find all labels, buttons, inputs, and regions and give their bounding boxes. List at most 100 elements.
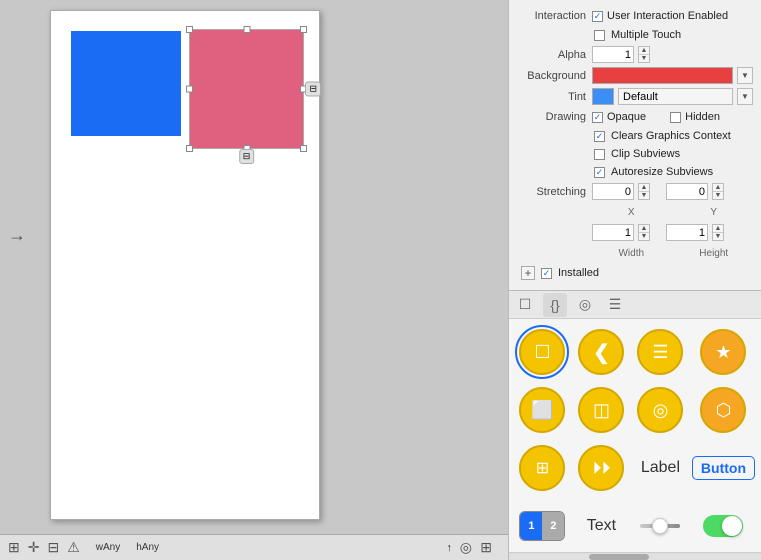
xy-labels: X Y [592, 207, 753, 218]
map-icon: ◎ [637, 387, 683, 433]
background-row: Background ▼ [509, 65, 761, 86]
stretch-x-up[interactable]: ▲ [639, 184, 649, 192]
alpha-input[interactable]: 1 [592, 46, 634, 63]
tab-view-icon[interactable]: ☐ [513, 293, 537, 317]
widget-slider[interactable] [633, 499, 688, 552]
widget-imageview[interactable]: ⬜ [515, 383, 570, 437]
stretch-y-input[interactable]: 0 [666, 183, 708, 200]
background-dropdown[interactable]: ▼ [737, 67, 753, 84]
width-down[interactable]: ▼ [639, 233, 649, 240]
widget-grid-view[interactable]: ⊞ [515, 441, 570, 495]
stretch-x-down[interactable]: ▼ [639, 192, 649, 199]
widget-toggle[interactable] [692, 499, 755, 552]
arrow-indicator: → [8, 225, 26, 246]
stretch-y-down[interactable]: ▼ [713, 192, 723, 199]
tint-color-swatch[interactable] [592, 88, 614, 105]
alpha-stepper-down[interactable]: ▼ [639, 55, 649, 62]
drawing-value: Opaque Hidden [592, 111, 753, 123]
opaque-checkbox[interactable] [592, 112, 603, 123]
table-icon: ☰ [637, 329, 683, 375]
layout2-icon[interactable]: ◎ [460, 539, 472, 556]
widget-map[interactable]: ◎ [633, 383, 688, 437]
scroll-thumb [589, 554, 649, 560]
blue-rectangle[interactable] [71, 31, 181, 136]
alpha-number: 1 [625, 49, 631, 61]
tint-select[interactable]: Default [618, 88, 733, 105]
widget-table[interactable]: ☰ [633, 325, 688, 379]
widget-chevron[interactable]: ❮ [574, 325, 629, 379]
autoresize-row: Autoresize Subviews [509, 163, 761, 181]
pink-rectangle[interactable]: ⊟ ⊟ [189, 29, 304, 149]
background-color-swatch[interactable] [592, 67, 733, 84]
alpha-label: Alpha [517, 49, 592, 61]
interaction-row: Interaction User Interaction Enabled [509, 6, 761, 26]
height-stepper[interactable]: ▲ ▼ [712, 224, 724, 241]
tint-label: Tint [517, 91, 592, 103]
interaction-value: User Interaction Enabled [592, 10, 753, 22]
user-interaction-checkbox[interactable] [592, 11, 603, 22]
tint-default-text: Default [623, 91, 658, 103]
align-icon[interactable]: ⊟ [47, 539, 59, 556]
widget-button[interactable]: Button [692, 441, 755, 495]
add-button[interactable]: + [521, 266, 535, 280]
clip-subviews-checkbox[interactable] [594, 149, 605, 160]
opaque-label: Opaque [607, 111, 646, 123]
cursor-pos: ↑ [447, 542, 453, 554]
chevron-icon: ❮ [578, 329, 624, 375]
grid-icon[interactable]: ⊞ [480, 539, 492, 556]
clears-graphics-label: Clears Graphics Context [611, 130, 731, 142]
background-value: ▼ [592, 67, 753, 84]
handle-tr [300, 26, 307, 33]
canvas-paper: ⊟ ⊟ [50, 10, 320, 520]
tab-circle-icon[interactable]: ◎ [573, 293, 597, 317]
stretching-value: 0 ▲ ▼ 0 ▲ ▼ [592, 183, 753, 200]
alpha-row: Alpha 1 ▲ ▼ [509, 44, 761, 65]
width-number: 1 [625, 227, 631, 239]
handle-br [300, 145, 307, 152]
panel-scrollbar[interactable] [509, 552, 761, 560]
handle-ml [186, 86, 193, 93]
width-up[interactable]: ▲ [639, 225, 649, 233]
tint-dropdown[interactable]: ▼ [737, 88, 753, 105]
wh-labels: Width Height [592, 248, 753, 259]
tab-list-icon[interactable]: ☰ [603, 293, 627, 317]
issue-icon[interactable]: ⚠ [67, 539, 80, 556]
installed-checkbox[interactable] [541, 268, 552, 279]
multiple-touch-label: Multiple Touch [611, 29, 681, 41]
height-up[interactable]: ▲ [713, 225, 723, 233]
width-input[interactable]: 1 [592, 224, 634, 241]
height-input[interactable]: 1 [666, 224, 708, 241]
widget-segmented[interactable]: 1 2 [515, 499, 570, 552]
pin-icon[interactable]: ✛ [28, 539, 40, 556]
multiple-touch-checkbox[interactable] [594, 30, 605, 41]
widget-text[interactable]: Text [574, 499, 629, 552]
constraint-badge: ⊟ [305, 82, 321, 97]
tab-code-icon[interactable]: {} [543, 293, 567, 317]
widget-collection[interactable]: ★ [692, 325, 755, 379]
slider-knob [652, 518, 668, 534]
layout-icon[interactable]: ⊞ [8, 539, 20, 556]
clears-graphics-checkbox[interactable] [594, 131, 605, 142]
alpha-stepper-up[interactable]: ▲ [639, 47, 649, 55]
stretch-y-stepper[interactable]: ▲ ▼ [712, 183, 724, 200]
segmented-control-preview: 1 2 [519, 511, 565, 541]
hidden-checkbox[interactable] [670, 112, 681, 123]
widget-view[interactable]: ☐ [515, 325, 570, 379]
multiple-touch-row: Multiple Touch [509, 26, 761, 44]
widget-pickerview[interactable]: ◫ [574, 383, 629, 437]
alpha-value: 1 ▲ ▼ [592, 46, 753, 63]
background-label: Background [517, 70, 592, 82]
autoresize-checkbox[interactable] [594, 167, 605, 178]
alpha-stepper[interactable]: ▲ ▼ [638, 46, 650, 63]
interaction-label: Interaction [517, 10, 592, 22]
width-stepper[interactable]: ▲ ▼ [638, 224, 650, 241]
hidden-label: Hidden [685, 111, 720, 123]
stretch-y-up[interactable]: ▲ [713, 184, 723, 192]
stretch-x-input[interactable]: 0 [592, 183, 634, 200]
widget-3d[interactable]: ⬡ [692, 383, 755, 437]
installed-row: + Installed [509, 263, 761, 283]
height-down[interactable]: ▼ [713, 233, 723, 240]
widget-media[interactable]: ⏵⏵ [574, 441, 629, 495]
widget-label[interactable]: Label [633, 441, 688, 495]
stretch-x-stepper[interactable]: ▲ ▼ [638, 183, 650, 200]
